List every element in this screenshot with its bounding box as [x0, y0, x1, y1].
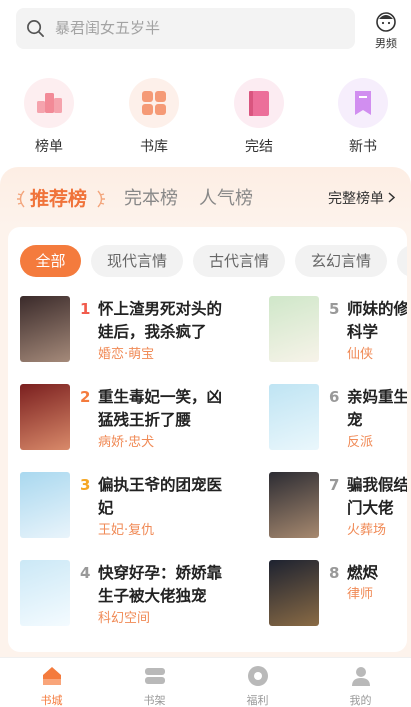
chevron-right-icon: [388, 189, 396, 209]
chip-all[interactable]: 全部: [20, 245, 81, 277]
chip-ancient-romance[interactable]: 古代言情: [193, 245, 285, 277]
nav-label: 书架: [143, 694, 166, 707]
ranking-card: 全部 现代言情 古代言情 玄幻言情 1 怀上渣男死对头的娃后，我杀疯了 婚恋·萌…: [8, 227, 407, 652]
bookstore-icon: [42, 667, 61, 685]
bottom-nav: 书城 书架 福利 我的: [0, 657, 411, 707]
search-placeholder: 暴君闺女五岁半: [55, 19, 161, 37]
ranking-panel: 推荐榜 完本榜 人气榜 完整榜单 全部 现代言情 古代言情 玄幻言情 1 怀上渣…: [0, 167, 411, 657]
book-rank: 4: [80, 564, 91, 582]
nav-welfare[interactable]: 福利: [206, 658, 309, 707]
bookshelf-icon: [144, 668, 165, 684]
book-item[interactable]: 6 亲妈重生，儿子争宠 反派: [269, 384, 407, 454]
chip-modern-romance[interactable]: 现代言情: [91, 245, 183, 277]
ranking-tabs: 推荐榜 完本榜 人气榜 完整榜单: [0, 167, 411, 227]
book-tag: 仙侠: [347, 347, 374, 362]
book-title: 燃烬: [347, 564, 379, 582]
tab-completed[interactable]: 完本榜: [124, 185, 178, 213]
book-item[interactable]: 7 骗我假结婚？嫁豪门大佬 火葬场: [269, 472, 407, 542]
gender-label: 男频: [375, 37, 397, 50]
book-tag: 婚恋·萌宝: [98, 347, 155, 362]
book-item[interactable]: 1 怀上渣男死对头的娃后，我杀疯了 婚恋·萌宝: [20, 296, 230, 366]
book-tag: 病娇·忠犬: [98, 435, 155, 450]
category-library[interactable]: 书库: [119, 72, 189, 156]
full-ranking-label: 完整榜单: [328, 191, 384, 207]
book-item[interactable]: 2 重生毒妃一笑，凶猛残王折了腰 病娇·忠犬: [20, 384, 230, 454]
book-tag: 律师: [347, 587, 374, 602]
book-item[interactable]: 4 快穿好孕：娇娇靠生子被大佬独宠 科幻空间: [20, 560, 230, 630]
book-rank: 8: [329, 564, 340, 582]
nav-label: 书城: [40, 694, 63, 707]
category-ranking[interactable]: 榜单: [14, 72, 84, 156]
library-icon: [129, 78, 179, 128]
book-rank: 5: [329, 300, 340, 318]
book-title: 怀上渣男死对头的娃后，我杀疯了: [98, 300, 223, 341]
book-cover: [20, 472, 70, 538]
tab-popular[interactable]: 人气榜: [199, 185, 253, 213]
book-title: 偏执王爷的团宠医妃: [98, 476, 223, 517]
category-row: 榜单 书库 完结 新书: [0, 72, 411, 156]
search-icon: [27, 20, 44, 37]
category-label: 书库: [140, 139, 168, 155]
nav-label: 我的: [349, 694, 372, 707]
category-label: 榜单: [35, 139, 63, 155]
book-item[interactable]: 5 师妹的修炼方式不科学 仙侠: [269, 296, 407, 366]
ranking-icon: [24, 78, 74, 128]
book-tag: 反派: [347, 435, 374, 450]
book-tag: 火葬场: [347, 523, 387, 538]
book-rank: 3: [80, 476, 91, 494]
chip-more[interactable]: [397, 245, 407, 277]
gender-switch-button[interactable]: 男频: [368, 10, 404, 52]
laurel-right-icon: [97, 190, 105, 208]
category-label: 新书: [349, 139, 377, 155]
tab-recommend[interactable]: 推荐榜: [16, 185, 108, 213]
book-tag: 王妃·复仇: [98, 523, 155, 538]
category-label: 完结: [245, 139, 273, 155]
nav-profile[interactable]: 我的: [309, 658, 411, 707]
book-cover: [20, 296, 70, 362]
category-new[interactable]: 新书: [328, 72, 398, 156]
book-title: 骗我假结婚？嫁豪门大佬: [347, 476, 407, 517]
book-cover: [269, 560, 319, 626]
book-cover: [20, 384, 70, 450]
book-rank: 1: [80, 300, 91, 318]
category-finished[interactable]: 完结: [224, 72, 294, 156]
boy-face-icon: [376, 12, 396, 32]
book-title: 重生毒妃一笑，凶猛残王折了腰: [98, 388, 223, 429]
welfare-icon: [247, 666, 268, 686]
book-item[interactable]: 8 燃烬 律师: [269, 560, 407, 630]
chip-fantasy-romance[interactable]: 玄幻言情: [295, 245, 387, 277]
finished-book-icon: [234, 78, 284, 128]
laurel-left-icon: [17, 190, 25, 208]
book-rank: 6: [329, 388, 340, 406]
profile-icon: [351, 667, 370, 686]
tab-recommend-label: 推荐榜: [30, 188, 88, 210]
nav-bookshelf[interactable]: 书架: [103, 658, 206, 707]
book-title: 快穿好孕：娇娇靠生子被大佬独宠: [98, 564, 223, 605]
search-input[interactable]: 暴君闺女五岁半: [16, 8, 355, 49]
book-rank: 2: [80, 388, 91, 406]
book-cover: [269, 384, 319, 450]
full-ranking-link[interactable]: 完整榜单: [328, 189, 396, 209]
book-tag: 科幻空间: [98, 611, 151, 626]
top-bar: 暴君闺女五岁半 男频: [0, 0, 411, 60]
book-title: 师妹的修炼方式不科学: [347, 300, 407, 341]
book-item[interactable]: 3 偏执王爷的团宠医妃 王妃·复仇: [20, 472, 230, 542]
genre-filter-chips: 全部 现代言情 古代言情 玄幻言情: [20, 245, 407, 277]
nav-label: 福利: [246, 694, 269, 707]
book-cover: [269, 472, 319, 538]
new-book-icon: [338, 78, 388, 128]
book-cover: [20, 560, 70, 626]
book-cover: [269, 296, 319, 362]
book-rank: 7: [329, 476, 340, 494]
nav-bookstore[interactable]: 书城: [0, 658, 103, 707]
book-title: 亲妈重生，儿子争宠: [347, 388, 407, 429]
